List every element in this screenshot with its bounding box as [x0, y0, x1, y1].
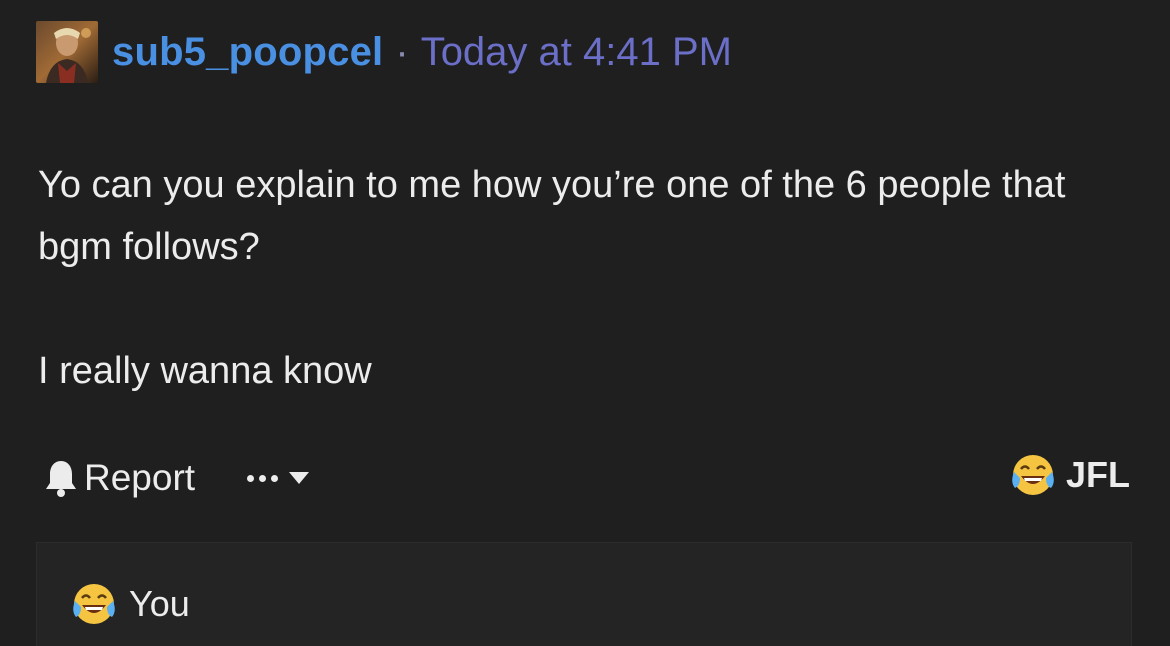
reaction-label: JFL [1065, 454, 1130, 495]
message-paragraph: Yo can you explain to me how you’re one … [38, 164, 1066, 268]
report-button[interactable]: Report [44, 457, 195, 499]
post-container: sub5_poopcel · Today at 4:41 PM Yo can y… [0, 0, 1170, 646]
bell-icon [46, 461, 76, 497]
ellipsis-icon [247, 474, 279, 482]
post-message: Yo can you explain to me how you’re one … [38, 154, 1098, 402]
post-timestamp[interactable]: Today at 4:41 PM [421, 30, 732, 75]
caret-down-icon [289, 472, 310, 484]
reaction-button-jfl[interactable]: JFL [1010, 452, 1130, 498]
report-label: Report [84, 457, 196, 498]
face-with-tears-of-joy-icon [1012, 455, 1054, 495]
avatar-image [36, 21, 98, 83]
reactor-name: You [129, 583, 190, 624]
more-options-button[interactable] [247, 471, 310, 485]
post-actions: Report JFL [44, 452, 1130, 504]
reactor-item[interactable]: You [71, 581, 190, 627]
post-header: sub5_poopcel · Today at 4:41 PM [36, 20, 732, 84]
face-with-tears-of-joy-icon [73, 584, 115, 624]
reactors-panel: You [36, 542, 1132, 646]
header-separator: · [395, 29, 409, 74]
message-paragraph: I really wanna know [38, 350, 372, 392]
user-avatar[interactable] [36, 21, 98, 83]
username-link[interactable]: sub5_poopcel [112, 30, 383, 75]
